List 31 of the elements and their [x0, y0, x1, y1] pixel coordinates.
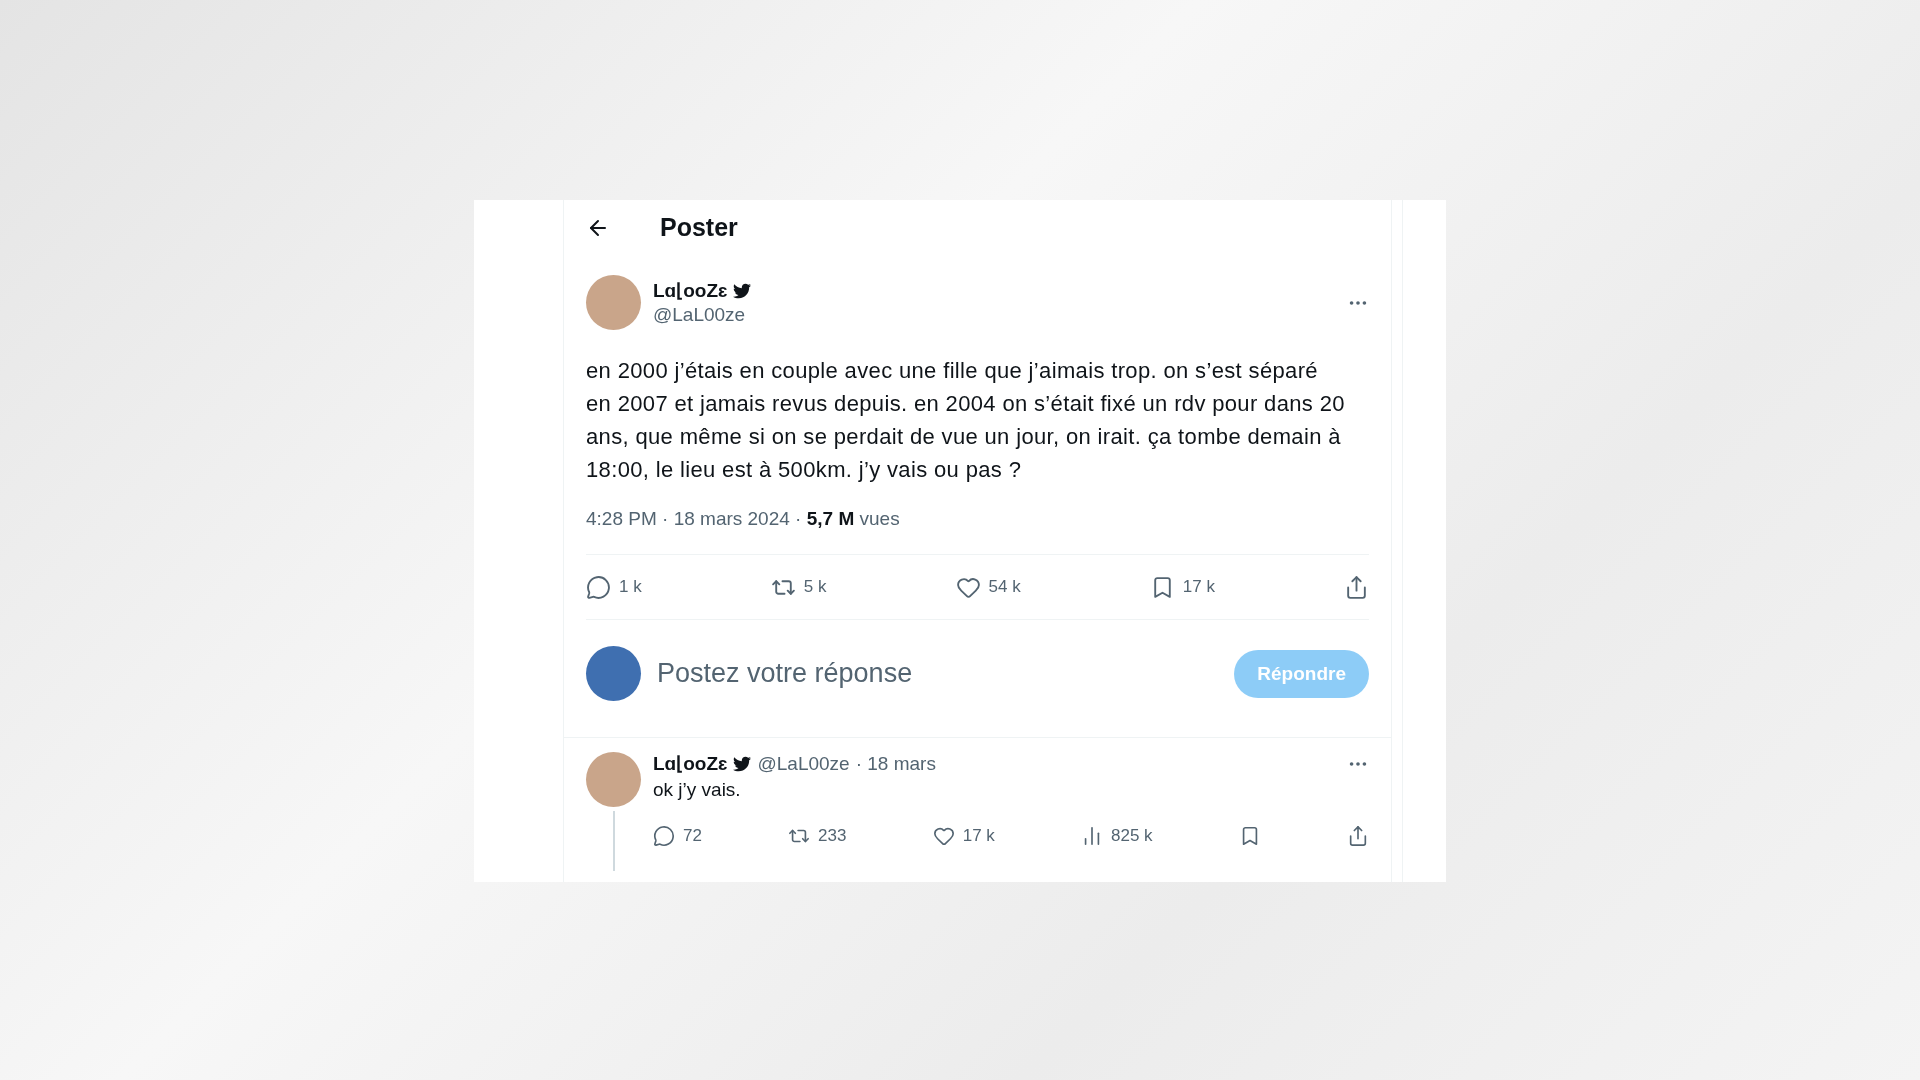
action-count: 72 — [683, 826, 702, 846]
author-name[interactable]: Lɑ⌊ooZɛ — [653, 279, 728, 302]
author-handle[interactable]: @LaL00ze — [757, 752, 850, 775]
post-date: · 18 mars — [855, 752, 936, 775]
reply-action[interactable]: 1 k — [586, 574, 642, 600]
author-name[interactable]: Lɑ⌊ooZɛ — [653, 752, 728, 775]
action-count: 1 k — [619, 577, 642, 597]
bird-icon — [733, 754, 752, 773]
action-count: 825 k — [1111, 826, 1153, 846]
repost-action[interactable]: 233 — [788, 825, 847, 847]
post-meta: 4:28 PM · 18 mars 2024 · 5,7 M vues — [586, 508, 901, 530]
post-text: en 2000 j’étais en couple avec une fille que j’aimais trop. on s’est séparé en 2007 et jamais revus depuis. en 2004 on s’était fixé un rdv pour dans 20 ans, que même si on se perdait de vue un jour, on irait. ça tombe demain à 18:00, le lieu est à 500km. j’y vais ou pas ? — [586, 357, 1346, 484]
views-action[interactable]: 825 k — [1081, 825, 1153, 847]
bookmark-action[interactable]: 17 k — [1149, 574, 1215, 600]
speech-bubble-icon — [586, 574, 611, 600]
page-title: Poster — [660, 213, 738, 242]
action-count: 17 k — [1182, 577, 1215, 597]
like-action[interactable]: 54 k — [955, 574, 1021, 600]
action-count: 233 — [818, 826, 847, 846]
like-action[interactable]: 17 k — [932, 825, 995, 847]
avatar — [586, 646, 641, 701]
reply-action[interactable]: 72 — [653, 825, 702, 847]
action-count: 54 k — [988, 577, 1021, 597]
heart-icon — [932, 825, 955, 847]
repost-action[interactable]: 5 k — [770, 574, 827, 600]
action-count: 17 k — [962, 826, 995, 846]
action-count: 5 k — [803, 577, 827, 597]
bird-icon — [733, 281, 752, 300]
reply-text: ok j’y vais. — [653, 779, 742, 801]
author-handle[interactable]: @LaL00ze — [653, 304, 1335, 326]
speech-bubble-icon — [653, 825, 675, 847]
